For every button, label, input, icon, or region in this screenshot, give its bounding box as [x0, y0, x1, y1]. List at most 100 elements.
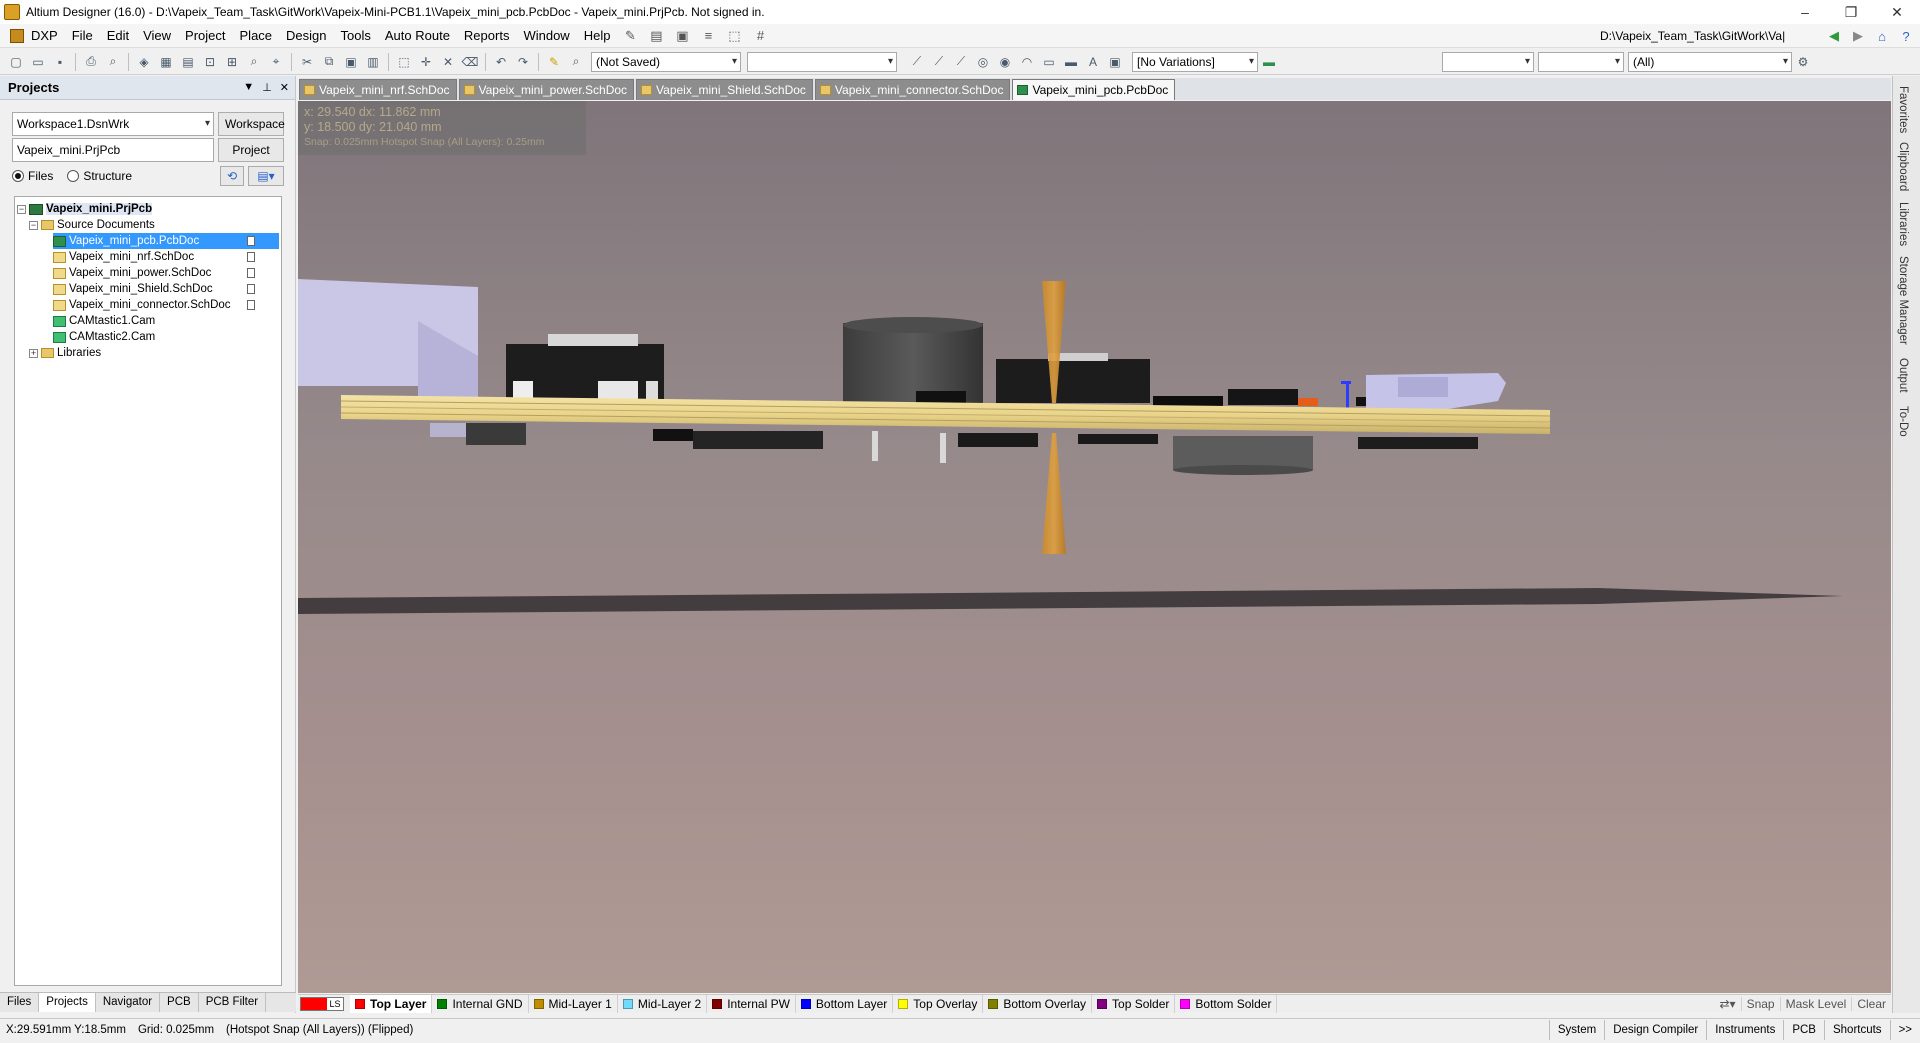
cut-icon[interactable]: ✂ [297, 52, 317, 72]
menu-design[interactable]: Design [279, 25, 333, 47]
new-icon[interactable]: ▢ [6, 52, 26, 72]
menu-dxp[interactable]: DXP [24, 25, 65, 47]
mask-level-button[interactable]: Mask Level [1779, 996, 1852, 1011]
browse-icon[interactable]: ▤ [178, 52, 198, 72]
layer-tab-mid-layer-1[interactable]: Mid-Layer 1 [529, 994, 618, 1013]
help-icon[interactable]: ? [1896, 26, 1916, 46]
layer-tab-bottom-overlay[interactable]: Bottom Overlay [983, 994, 1093, 1013]
3d-icon[interactable]: ◈ [134, 52, 154, 72]
panel-close-icon[interactable]: ✕ [280, 81, 289, 94]
filter-combo-1[interactable] [1442, 51, 1534, 72]
via-icon[interactable]: ◉ [995, 52, 1015, 72]
dxp-icon[interactable] [10, 28, 24, 43]
string-icon[interactable]: A [1083, 52, 1103, 72]
menu-view[interactable]: View [136, 25, 178, 47]
expand-icon[interactable]: + [29, 348, 38, 358]
view-config-combo[interactable] [747, 51, 897, 72]
clear-filter-icon[interactable]: ⌫ [460, 52, 480, 72]
redo-icon[interactable]: ↷ [513, 52, 533, 72]
doc-tab-shield[interactable]: Vapeix_mini_Shield.SchDoc [636, 79, 813, 100]
doc-tab-power[interactable]: Vapeix_mini_power.SchDoc [458, 79, 635, 100]
panel-tab-navigator[interactable]: Navigator [96, 993, 161, 1012]
route-interactive-icon[interactable]: ⟋ [907, 52, 927, 72]
zoom-selected-icon[interactable]: ⌖ [266, 52, 286, 72]
zoom-fit-icon[interactable]: ⊡ [200, 52, 220, 72]
distribute-icon[interactable]: ≡ [697, 27, 719, 45]
status-pcb-button[interactable]: PCB [1783, 1019, 1824, 1040]
zoom-icon[interactable]: ⌕ [244, 52, 264, 72]
tree-doc-nrf[interactable]: Vapeix_mini_nrf.SchDoc [53, 249, 194, 265]
restore-button[interactable]: ❐ [1828, 0, 1874, 24]
forward-icon[interactable]: ▶ [1848, 26, 1868, 46]
menu-edit[interactable]: Edit [100, 25, 136, 47]
variations-combo[interactable]: [No Variations] [1132, 51, 1258, 72]
filter-settings-icon[interactable]: ⚙ [1793, 52, 1813, 72]
panel-menu-icon[interactable]: ▼ [243, 81, 254, 94]
deselect-icon[interactable]: ✕ [438, 52, 458, 72]
select-area-icon[interactable]: ⬚ [394, 52, 414, 72]
filter-all-combo[interactable]: (All) [1628, 51, 1792, 72]
refresh-icon[interactable]: ⟲ [220, 166, 244, 186]
menu-tools[interactable]: Tools [334, 25, 378, 47]
pad-icon[interactable]: ◎ [973, 52, 993, 72]
pin-icon[interactable]: ⊥ [262, 81, 272, 94]
menu-project[interactable]: Project [178, 25, 232, 47]
layer-tab-top-solder[interactable]: Top Solder [1092, 994, 1176, 1013]
project-button[interactable]: Project [218, 138, 284, 162]
save-icon[interactable]: ▪ [50, 52, 70, 72]
panel-tab-projects[interactable]: Projects [39, 993, 96, 1012]
diff-pair-icon[interactable]: ⟋ [929, 52, 949, 72]
tree-doc-cam2[interactable]: CAMtastic2.Cam [53, 329, 155, 345]
layer-tab-mid-layer-2[interactable]: Mid-Layer 2 [618, 994, 708, 1013]
layer-tab-internal-pw[interactable]: Internal PW [707, 994, 796, 1013]
dock-tab-storage-manager[interactable]: Storage Manager [1897, 256, 1909, 345]
dock-tab-output[interactable]: Output [1897, 358, 1909, 393]
tree-source-folder[interactable]: − Source Documents [29, 217, 155, 233]
grid-icon[interactable]: # [749, 27, 771, 45]
polygon-icon[interactable]: ▬ [1061, 52, 1081, 72]
files-radio[interactable] [12, 170, 24, 182]
layer-tab-bottom-layer[interactable]: Bottom Layer [796, 994, 894, 1013]
filter-combo-2[interactable] [1538, 51, 1624, 72]
layer-tab-internal-gnd[interactable]: Internal GND [432, 994, 529, 1013]
snap-button[interactable]: Snap [1740, 996, 1780, 1011]
doc-tab-connector[interactable]: Vapeix_mini_connector.SchDoc [814, 79, 1011, 100]
component-place-icon[interactable]: ▣ [1105, 52, 1125, 72]
tree-libraries-folder[interactable]: + Libraries [29, 345, 101, 361]
zoom-area-icon[interactable]: ⊞ [222, 52, 242, 72]
print-icon[interactable]: ⎙ [81, 52, 101, 72]
clear-button[interactable]: Clear [1851, 996, 1891, 1011]
tree-doc-shield[interactable]: Vapeix_mini_Shield.SchDoc [53, 281, 213, 297]
dock-tab-clipboard[interactable]: Clipboard [1897, 142, 1909, 191]
menu-place[interactable]: Place [233, 25, 280, 47]
rubber-stamp-icon[interactable]: ▥ [363, 52, 383, 72]
tree-doc-connector[interactable]: Vapeix_mini_connector.SchDoc [53, 297, 231, 313]
project-options-icon[interactable]: ▤▾ [248, 166, 284, 186]
doc-tab-nrf[interactable]: Vapeix_mini_nrf.SchDoc [299, 79, 457, 100]
panel-tab-pcb[interactable]: PCB [160, 993, 199, 1012]
collapse-icon[interactable]: − [29, 220, 38, 230]
panel-tab-files[interactable]: Files [0, 993, 40, 1012]
menu-window[interactable]: Window [516, 25, 576, 47]
project-field[interactable]: Vapeix_mini.PrjPcb [12, 138, 214, 162]
tree-doc-cam1[interactable]: CAMtastic1.Cam [53, 313, 155, 329]
pcb-3d-viewport[interactable]: x: 29.540 dx: 11.862 mm y: 18.500 dy: 21… [298, 101, 1891, 993]
collapse-icon[interactable]: − [17, 204, 26, 214]
inspect-icon[interactable]: ⌕ [566, 52, 586, 72]
select-icon[interactable]: ⬚ [723, 27, 745, 45]
paste-icon[interactable]: ▣ [341, 52, 361, 72]
panel-tab-pcb-filter[interactable]: PCB Filter [199, 993, 267, 1012]
board-icon[interactable]: ▦ [156, 52, 176, 72]
layer-tab-bottom-solder[interactable]: Bottom Solder [1175, 994, 1278, 1013]
print-preview-icon[interactable]: ⌕ [103, 52, 123, 72]
fill-icon[interactable]: ▭ [1039, 52, 1059, 72]
menu-file[interactable]: File [65, 25, 100, 47]
variant-icon[interactable]: ▬ [1259, 52, 1279, 72]
status-shortcuts-button[interactable]: Shortcuts [1823, 1019, 1890, 1040]
minimize-button[interactable]: – [1782, 0, 1828, 24]
dock-tab-favorites[interactable]: Favorites [1897, 86, 1909, 133]
workspace-select[interactable]: Workspace1.DsnWrk [12, 112, 214, 136]
menu-auto-route[interactable]: Auto Route [378, 25, 457, 47]
workspace-button[interactable]: Workspace [218, 112, 285, 136]
tree-doc-pcb[interactable]: Vapeix_mini_pcb.PcbDoc [53, 233, 279, 249]
